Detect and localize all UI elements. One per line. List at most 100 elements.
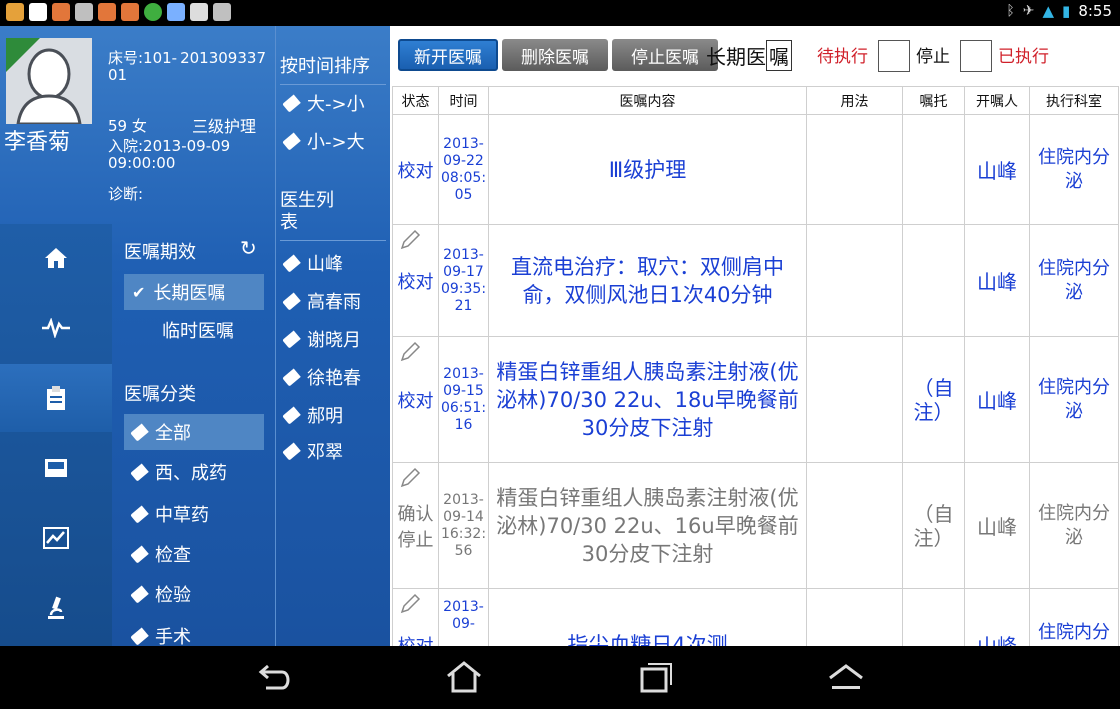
filter-temporary[interactable]: 临时医嘱 bbox=[124, 312, 264, 348]
stopped-checkbox[interactable] bbox=[960, 40, 992, 72]
header-doctor[interactable]: 开嘱人 bbox=[964, 86, 1030, 115]
notification-icons bbox=[6, 3, 231, 21]
content-cell: 精蛋白锌重组人胰岛素注射液(优泌林)70/30 22u、18u早晚餐前30分皮下… bbox=[488, 336, 807, 463]
usage-cell bbox=[806, 462, 903, 589]
category-surgery[interactable]: 手术 bbox=[124, 618, 264, 646]
order-type-box: 嘱 bbox=[766, 40, 792, 71]
status-cell: 校对 bbox=[392, 114, 439, 225]
home-icon[interactable] bbox=[0, 224, 112, 292]
category-herbal[interactable]: 中草药 bbox=[124, 496, 264, 532]
patient-name: 李香菊 bbox=[4, 130, 71, 155]
admission-date: 入院:2013-09-09 09:00:00 bbox=[108, 137, 231, 172]
doctor-item[interactable]: 谢晓月 bbox=[282, 326, 361, 352]
sort-asc[interactable]: 小->大 bbox=[282, 128, 365, 154]
tag-icon bbox=[130, 462, 149, 482]
stop-order-button[interactable]: 停止医嘱 bbox=[612, 39, 718, 71]
header-time[interactable]: 时间 bbox=[438, 86, 489, 115]
note-cell: （自注） bbox=[902, 462, 965, 589]
header-usage[interactable]: 用法 bbox=[806, 86, 903, 115]
tools-notify-icon bbox=[167, 3, 185, 21]
note-cell bbox=[902, 588, 965, 646]
doctor-item[interactable]: 高春雨 bbox=[282, 288, 361, 314]
doctor-cell: 山峰 bbox=[964, 588, 1030, 646]
header-content[interactable]: 医嘱内容 bbox=[488, 86, 807, 115]
table-row[interactable]: 确认停止 2013-09-14 16:32:56 精蛋白锌重组人胰岛素注射液(优… bbox=[392, 462, 1119, 589]
dept-cell: 住院内分泌 bbox=[1029, 114, 1119, 225]
status-corner bbox=[6, 38, 40, 72]
sort-desc[interactable]: 大->小 bbox=[282, 90, 365, 116]
doctor-item[interactable]: 山峰 bbox=[282, 250, 343, 276]
new-order-button[interactable]: 新开医嘱 bbox=[398, 39, 498, 71]
table-row[interactable]: 校对 2013-09-17 09:35:21 直流电治疗：取穴：双侧肩中俞，双侧… bbox=[392, 224, 1119, 337]
status-text: 校对 bbox=[397, 271, 434, 293]
divider bbox=[280, 84, 386, 85]
category-title: 医嘱分类 bbox=[124, 384, 196, 405]
usage-cell bbox=[806, 114, 903, 225]
doctor-cell: 山峰 bbox=[964, 114, 1030, 225]
android-notify-icon bbox=[213, 3, 231, 21]
filter-label: 临时医嘱 bbox=[162, 321, 234, 342]
menu-chevron-icon[interactable] bbox=[826, 660, 866, 694]
left-panel: 李香菊 床号:101-01 201309337 59 女 三级护理 入院:201… bbox=[0, 26, 390, 646]
header-dept[interactable]: 执行科室 bbox=[1029, 86, 1119, 115]
order-type-text: 长期医 bbox=[706, 45, 766, 69]
header-note[interactable]: 嘱托 bbox=[902, 86, 965, 115]
category-all[interactable]: 全部 bbox=[124, 414, 264, 450]
sort-label: 小->大 bbox=[307, 132, 365, 153]
content-cell: 指尖血糖日4次测 bbox=[488, 588, 807, 646]
delete-order-button[interactable]: 删除医嘱 bbox=[502, 39, 608, 71]
microscope-icon[interactable] bbox=[0, 574, 112, 642]
refresh-icon[interactable]: ↻ bbox=[240, 236, 257, 260]
table-row[interactable]: 校对 2013-09-15 06:51:16 精蛋白锌重组人胰岛素注射液(优泌林… bbox=[392, 336, 1119, 463]
recent-apps-icon[interactable] bbox=[636, 660, 676, 694]
home-nav-icon[interactable] bbox=[444, 660, 484, 694]
header-status[interactable]: 状态 bbox=[392, 86, 439, 115]
clock: 8:55 bbox=[1078, 2, 1112, 20]
content-cell: Ⅲ级护理 bbox=[488, 114, 807, 225]
filter-label: 长期医嘱 bbox=[153, 283, 226, 304]
filter-long-term[interactable]: ✔ 长期医嘱 bbox=[124, 274, 264, 310]
back-icon[interactable] bbox=[256, 660, 296, 694]
doctor-name: 高春雨 bbox=[307, 292, 361, 313]
doctor-item[interactable]: 徐艳春 bbox=[282, 364, 361, 390]
tag-icon bbox=[130, 544, 149, 564]
tag-icon bbox=[282, 329, 301, 349]
sort-label: 大->小 bbox=[307, 94, 365, 115]
divider bbox=[280, 240, 386, 241]
status-cell: 校对 bbox=[392, 224, 439, 337]
inbox-icon[interactable] bbox=[0, 434, 112, 502]
doctor-name: 邓翠 bbox=[307, 442, 343, 463]
time-cell: 2013-09- bbox=[438, 588, 489, 646]
pencil-icon bbox=[400, 467, 421, 488]
category-examination[interactable]: 检查 bbox=[124, 536, 264, 572]
status-bar: ᛒ ✈ ▲ ▮ 8:55 bbox=[0, 0, 1120, 26]
note-cell bbox=[902, 224, 965, 337]
tag-icon bbox=[130, 422, 149, 442]
dept-cell: 住院内分泌 bbox=[1029, 462, 1119, 589]
doctor-cell: 山峰 bbox=[964, 336, 1030, 463]
patient-card: 李香菊 床号:101-01 201309337 59 女 三级护理 入院:201… bbox=[0, 26, 275, 222]
orders-table: 状态 时间 医嘱内容 用法 嘱托 开嘱人 执行科室 校对 2013-09-22 … bbox=[392, 86, 1119, 646]
status-text: 校对 bbox=[397, 390, 434, 412]
doctor-item[interactable]: 郝明 bbox=[282, 402, 343, 428]
avatar bbox=[6, 38, 92, 124]
usage-cell bbox=[806, 588, 903, 646]
clipboard-notify-icon bbox=[190, 3, 208, 21]
doctor-item[interactable]: 邓翠 bbox=[282, 438, 343, 464]
airplane-icon: ✈ bbox=[1022, 3, 1035, 19]
category-western-medicine[interactable]: 西、成药 bbox=[124, 454, 264, 490]
patient-id: 201309337 bbox=[180, 49, 266, 67]
doctor-list-title: 医生列表 bbox=[280, 190, 334, 233]
table-row[interactable]: 校对 2013-09- 指尖血糖日4次测 山峰 住院内分泌 bbox=[392, 588, 1119, 646]
table-row[interactable]: 校对 2013-09-22 08:05:05 Ⅲ级护理 山峰 住院内分泌 bbox=[392, 114, 1119, 225]
trend-chart-icon[interactable] bbox=[0, 504, 112, 572]
pencil-icon bbox=[400, 341, 421, 362]
doctor-cell: 山峰 bbox=[964, 224, 1030, 337]
pending-label: 待执行 bbox=[817, 47, 868, 67]
orders-clipboard-icon[interactable] bbox=[0, 364, 112, 432]
vital-signs-icon[interactable] bbox=[0, 294, 112, 362]
status-cell: 校对 bbox=[392, 588, 439, 646]
battery-icon: ▮ bbox=[1062, 2, 1071, 20]
category-lab-test[interactable]: 检验 bbox=[124, 576, 264, 612]
pending-checkbox[interactable] bbox=[878, 40, 910, 72]
